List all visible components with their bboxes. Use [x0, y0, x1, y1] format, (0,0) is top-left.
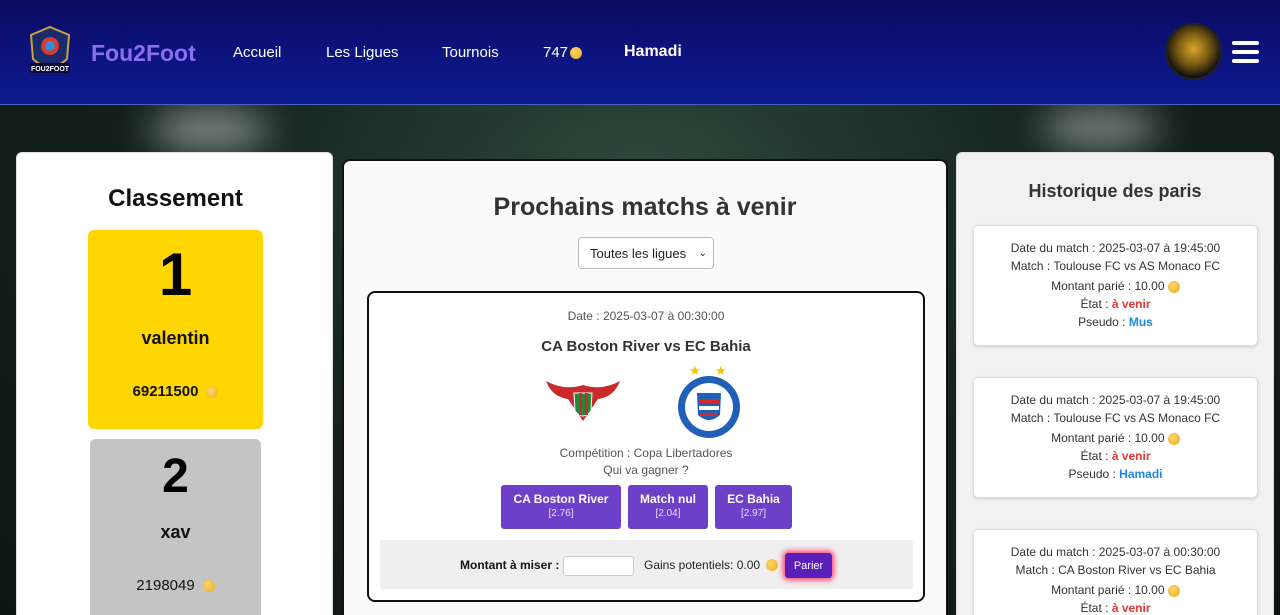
bet-amount-label: Montant à miser :: [460, 558, 560, 572]
history-state-value: à venir: [1111, 449, 1151, 463]
top-navbar: FOU2FOOT Fou2Foot Accueil Les Ligues Tou…: [0, 0, 1280, 105]
rank-number: 1: [158, 241, 193, 308]
match-card: Date : 2025-03-07 à 00:30:00 CA Boston R…: [367, 291, 925, 602]
coin-balance: 747: [543, 44, 583, 61]
history-pseudo-value[interactable]: Hamadi: [1119, 467, 1162, 481]
history-pseudo-label: Pseudo :: [1078, 315, 1129, 329]
bet-option-label: CA Boston River: [513, 492, 609, 506]
bet-option-odds: [2.04]: [655, 508, 681, 519]
history-state-value: à venir: [1111, 297, 1151, 311]
svg-text:FOU2FOOT: FOU2FOOT: [31, 66, 70, 73]
bet-away-button[interactable]: EC Bahia [2.97]: [715, 485, 792, 529]
coin-icon: [570, 46, 583, 59]
rank-score-value: 2198049: [136, 577, 195, 594]
avatar[interactable]: [1165, 23, 1222, 80]
history-date: Date du match : 2025-03-07 à 19:45:00: [1010, 241, 1221, 255]
chevron-down-icon: ⌄: [698, 248, 707, 259]
place-bet-button[interactable]: Parier: [785, 553, 832, 578]
history-match: Match : Toulouse FC vs AS Monaco FC: [1010, 259, 1221, 273]
bet-history-title: Historique des paris: [1028, 181, 1202, 201]
rank-number: 2: [162, 450, 189, 503]
bet-amount-input[interactable]: [563, 556, 634, 576]
matches-panel: Prochains matchs à venir Toutes les ligu…: [342, 159, 948, 615]
rank-score: 2198049: [90, 577, 261, 594]
history-state-label: État :: [1080, 449, 1112, 463]
coin-icon: [1167, 280, 1180, 293]
rank-score-value: 69211500: [132, 383, 199, 400]
bet-option-label: Match nul: [640, 492, 696, 506]
history-pseudo-value[interactable]: Mus: [1129, 315, 1153, 329]
history-pseudo: Pseudo : Hamadi: [974, 467, 1257, 481]
coin-icon: [1167, 432, 1180, 445]
rank-player-name: valentin: [141, 328, 210, 348]
ec-bahia-logo: ★ ★: [678, 364, 740, 438]
bet-history-panel: Historique des paris Date du match : 202…: [956, 152, 1274, 615]
history-item: Date du match : 2025-03-07 à 19:45:00 Ma…: [973, 225, 1258, 346]
nav-accueil[interactable]: Accueil: [233, 44, 281, 61]
history-amount-value: Montant parié : 10.00: [1051, 279, 1165, 293]
history-item: Date du match : 2025-03-07 à 00:30:00 Ma…: [973, 529, 1258, 615]
history-match: Match : CA Boston River vs EC Bahia: [1015, 563, 1216, 577]
history-amount: Montant parié : 10.00: [974, 431, 1257, 445]
coin-icon: [202, 579, 215, 592]
nav-les-ligues[interactable]: Les Ligues: [326, 44, 399, 61]
coin-icon: [206, 385, 219, 398]
coin-balance-value: 747: [543, 44, 569, 61]
history-pseudo: Pseudo : Mus: [974, 315, 1257, 329]
bet-option-odds: [2.76]: [548, 508, 574, 519]
bet-home-button[interactable]: CA Boston River [2.76]: [501, 485, 621, 529]
bet-draw-button[interactable]: Match nul [2.04]: [628, 485, 708, 529]
history-state-label: État :: [1080, 601, 1112, 615]
coin-icon: [766, 559, 779, 571]
username[interactable]: Hamadi: [624, 43, 682, 61]
history-item: Date du match : 2025-03-07 à 19:45:00 Ma…: [973, 377, 1258, 498]
nav-tournois[interactable]: Tournois: [442, 44, 499, 61]
league-filter-value: Toutes les ligues: [590, 245, 687, 261]
match-date: Date : 2025-03-07 à 00:30:00: [567, 309, 725, 323]
history-state-label: État :: [1080, 297, 1112, 311]
bet-option-odds: [2.97]: [740, 508, 767, 519]
match-title: CA Boston River vs EC Bahia: [541, 338, 751, 355]
fou2foot-logo[interactable]: FOU2FOOT: [25, 25, 75, 77]
ranking-panel: Classement 1 valentin 69211500 2 xav 219…: [16, 152, 333, 615]
brand-name[interactable]: Fou2Foot: [91, 40, 196, 67]
ca-boston-river-logo: [546, 381, 620, 421]
svg-text:★: ★: [689, 364, 701, 379]
ranking-card-1: 1 valentin 69211500: [88, 230, 263, 429]
ranking-card-2: 2 xav 2198049: [90, 439, 261, 615]
bet-form: Montant à miser : Gains potentiels: 0.00…: [380, 540, 913, 589]
history-state: État : à venir: [974, 449, 1257, 463]
matches-title: Prochains matchs à venir: [493, 193, 797, 221]
coin-icon: [1167, 584, 1180, 597]
history-amount-value: Montant parié : 10.00: [1051, 583, 1165, 597]
history-date: Date du match : 2025-03-07 à 00:30:00: [1010, 545, 1221, 559]
ranking-title: Classement: [108, 185, 243, 212]
history-amount: Montant parié : 10.00: [974, 583, 1257, 597]
history-state: État : à venir: [974, 297, 1257, 311]
history-date: Date du match : 2025-03-07 à 19:45:00: [1010, 393, 1221, 407]
match-competition: Compétition : Copa Libertadores: [559, 446, 733, 460]
bet-option-label: EC Bahia: [727, 492, 780, 506]
potential-gains: Gains potentiels: 0.00: [644, 558, 779, 572]
history-state: État : à venir: [974, 601, 1257, 615]
history-amount-value: Montant parié : 10.00: [1051, 431, 1165, 445]
svg-text:★: ★: [715, 364, 727, 379]
rank-player-name: xav: [160, 522, 191, 542]
history-amount: Montant parié : 10.00: [974, 279, 1257, 293]
match-question: Qui va gagner ?: [603, 463, 689, 477]
potential-gains-value: Gains potentiels: 0.00: [644, 558, 761, 572]
league-filter-select[interactable]: Toutes les ligues ⌄: [578, 237, 714, 269]
hamburger-menu-icon[interactable]: [1232, 41, 1259, 63]
rank-score: 69211500: [88, 383, 263, 400]
history-match: Match : Toulouse FC vs AS Monaco FC: [1010, 411, 1221, 425]
history-pseudo-label: Pseudo :: [1068, 467, 1120, 481]
history-state-value: à venir: [1111, 601, 1151, 615]
